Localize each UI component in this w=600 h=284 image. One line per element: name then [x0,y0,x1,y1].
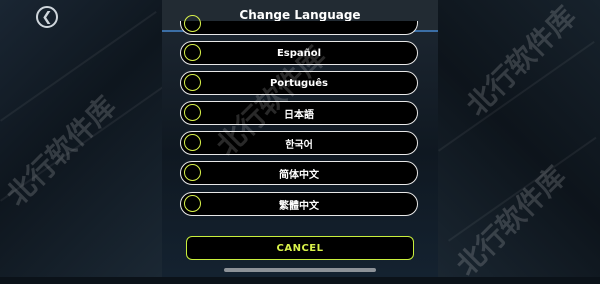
language-option-korean[interactable]: 한국어 [180,131,418,155]
language-option-label: Español [276,47,322,59]
background-right [438,0,600,277]
language-option-partial[interactable] [180,15,418,35]
background-stripe [448,136,597,242]
background-left [0,0,165,277]
language-option-traditional-chinese[interactable]: 繁體中文 [180,192,418,216]
language-option-portuguese[interactable]: Português [180,71,418,95]
cancel-label: CANCEL [276,242,324,254]
radio-icon [184,15,201,32]
chevron-left-icon: ❮ [41,9,53,25]
home-indicator[interactable] [224,268,376,272]
back-button[interactable]: ❮ [36,6,58,28]
language-option-label: 简体中文 [279,169,319,181]
language-option-simplified-chinese[interactable]: 简体中文 [180,161,418,185]
language-option-label: Português [269,77,329,89]
language-option-label: 한국어 [285,139,313,151]
dialog-title: Change Language [239,8,361,22]
cancel-button[interactable]: CANCEL [186,236,414,260]
background-stripe [438,41,595,152]
language-option-label: 日本語 [284,109,314,121]
language-option-spanish[interactable]: Español [180,41,418,65]
language-option-label: 繁體中文 [279,200,319,212]
language-option-japanese[interactable]: 日本語 [180,101,418,125]
